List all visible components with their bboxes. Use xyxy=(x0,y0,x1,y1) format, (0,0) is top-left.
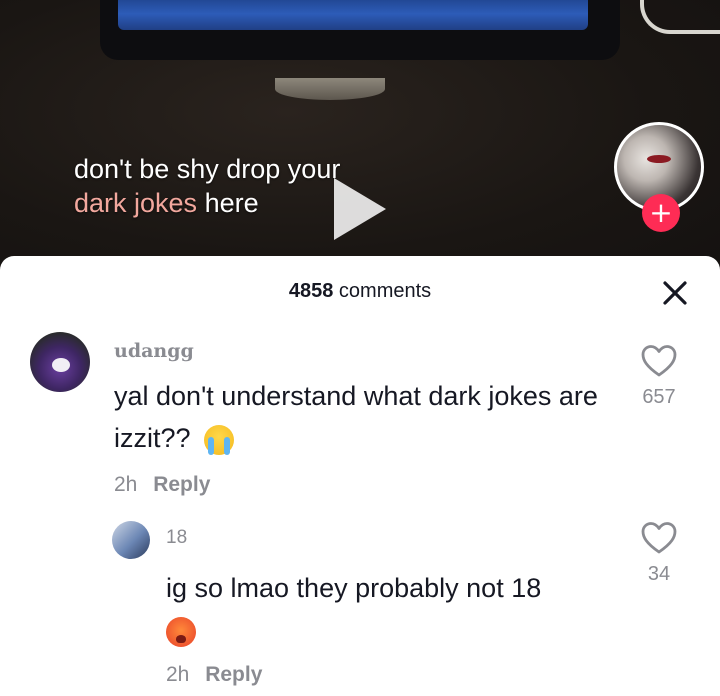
commenter-avatar[interactable] xyxy=(30,332,90,392)
like-count: 657 xyxy=(642,386,676,408)
reply-body: ig so lmao they probably not 18 xyxy=(166,573,542,603)
video-scene-phone-screen xyxy=(118,0,588,30)
comments-count-label: comments xyxy=(338,280,432,302)
comments-sheet: 4858 comments udangg yal don't understan… xyxy=(0,256,720,696)
caption-line-2: dark jokes here xyxy=(74,186,340,220)
heart-icon[interactable] xyxy=(640,344,678,378)
comment-username[interactable]: udangg xyxy=(114,340,194,362)
comment-time: 2h xyxy=(114,473,138,496)
follow-plus-icon[interactable]: + xyxy=(642,194,680,232)
avatar-character xyxy=(52,358,70,372)
loudly-crying-emoji-icon xyxy=(204,424,235,455)
heart-icon[interactable] xyxy=(640,521,678,555)
caption-highlight: dark jokes xyxy=(74,188,198,218)
video-scene-stand xyxy=(275,78,385,100)
hot-face-emoji-icon xyxy=(166,616,196,647)
caption-line-1: don't be shy drop your xyxy=(74,154,341,184)
video-scene-phone xyxy=(100,0,620,60)
reply-text: ig so lmao they probably not 18 xyxy=(166,567,626,651)
comment-meta: 2h Reply xyxy=(114,473,210,497)
comments-header: 4858 comments xyxy=(0,280,720,303)
reply-username[interactable]: 18 xyxy=(166,527,187,549)
video-caption: don't be shy drop your dark jokes here xyxy=(74,152,340,220)
reply-to-reply-button[interactable]: Reply xyxy=(205,663,262,686)
reply-like-count: 34 xyxy=(647,563,671,585)
reply-button[interactable]: Reply xyxy=(153,473,210,496)
play-icon[interactable] xyxy=(334,178,386,240)
close-icon[interactable] xyxy=(660,278,690,308)
comments-count: 4858 xyxy=(288,280,334,302)
reply-time: 2h xyxy=(166,663,190,686)
caption-end: here xyxy=(204,188,259,218)
reply-commenter-avatar[interactable] xyxy=(112,521,150,559)
video-player[interactable]: don't be shy drop your dark jokes here + xyxy=(0,0,720,280)
reply-meta: 2h Reply xyxy=(166,663,262,687)
comment-text: yal don't understand what dark jokes are… xyxy=(114,375,634,459)
comment-body: yal don't understand what dark jokes are… xyxy=(114,381,598,453)
avatar-detail xyxy=(647,155,671,163)
video-scene-cable xyxy=(640,0,720,34)
